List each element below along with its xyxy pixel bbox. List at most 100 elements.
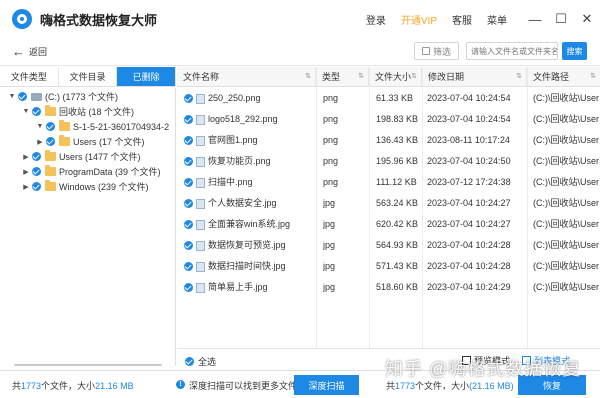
cell-date: 2023-07-04 10:24:27 xyxy=(427,198,511,208)
table-row[interactable]: 简单易上手.jpg jpg 518.60 KB 2023-07-04 10:24:29… xyxy=(177,277,600,298)
tab-file-dir[interactable]: 文件目录 xyxy=(59,67,118,86)
table-row[interactable]: 250_250.png png 61.33 KB 2023-07-04 10:24:5… xyxy=(177,88,600,109)
checkbox-checked-icon[interactable] xyxy=(184,136,193,145)
checkbox-checked-icon[interactable] xyxy=(184,157,193,166)
tree-node-drive-c[interactable]: ▼ (C:) (1773 个文件) xyxy=(8,89,118,104)
checkbox-checked-icon[interactable] xyxy=(46,122,55,131)
deep-scan-button[interactable]: 深度扫描 xyxy=(294,375,359,395)
sort-icon[interactable]: ⇅ xyxy=(358,67,364,87)
checkbox-checked-icon[interactable] xyxy=(32,167,41,176)
checkbox-checked-icon[interactable] xyxy=(46,137,55,146)
search-button[interactable]: 搜索 xyxy=(562,42,587,60)
col-header-size[interactable]: 文件大小 ⇅ xyxy=(369,67,422,87)
checkbox-checked-icon[interactable] xyxy=(184,220,193,229)
vip-link[interactable]: 开通VIP xyxy=(401,12,437,27)
folder-icon xyxy=(59,120,70,131)
cell-date: 2023-07-04 10:24:29 xyxy=(427,282,511,292)
tab-file-type[interactable]: 文件类型 xyxy=(0,67,59,86)
service-link[interactable]: 客服 xyxy=(452,12,472,27)
horizontal-scrollbar[interactable] xyxy=(14,364,162,366)
image-file-icon xyxy=(196,283,205,293)
col-header-label: 类型 xyxy=(322,72,341,82)
cell-name: 数据扫描时间快.jpg xyxy=(208,261,286,271)
table-row[interactable]: 扫描中.png png 111.12 KB 2023-07-12 17:24:38 (C… xyxy=(177,172,600,193)
sort-icon[interactable]: ⇅ xyxy=(411,67,417,87)
cell-name: 恢复功能页.png xyxy=(208,156,271,166)
toolbar: ← 返回 筛选 搜索 xyxy=(0,38,600,66)
cell-size: 620.42 KB xyxy=(376,219,419,229)
tree-label: Windows (239 个文件) xyxy=(59,182,149,192)
tree-node-users-sub[interactable]: ▶ Users (17 个文件) xyxy=(36,134,145,149)
cell-name: 简单易上手.jpg xyxy=(208,282,268,292)
title-bar: 嗨格式数据恢复大师 登录 开通VIP 客服 菜单 — ☐ ✕ xyxy=(0,0,600,38)
tree-node-programdata[interactable]: ▶ ProgramData (39 个文件) xyxy=(22,164,161,179)
tree-node-recycle-bin[interactable]: ▼ 回收站 (18 个文件) xyxy=(22,104,134,119)
table-row[interactable]: 数据扫描时间快.jpg jpg 571.43 KB 2023-07-04 10:24:… xyxy=(177,256,600,277)
cell-type: png xyxy=(323,135,339,145)
col-header-name[interactable]: 文件名称 ⇅ xyxy=(177,67,316,87)
checkbox-checked-icon[interactable] xyxy=(184,94,193,103)
login-link[interactable]: 登录 xyxy=(366,12,386,27)
expand-icon[interactable]: ▶ xyxy=(22,183,30,191)
cell-path: (C:)\回收站\Users\... xyxy=(533,114,599,124)
expand-icon[interactable]: ▶ xyxy=(22,153,30,161)
checkbox-checked-icon[interactable] xyxy=(184,262,193,271)
summary-text: 共 xyxy=(12,381,22,391)
cell-name: 个人数据安全.jpg xyxy=(208,198,277,208)
checkbox-checked-icon[interactable] xyxy=(32,182,41,191)
cell-size: 571.43 KB xyxy=(376,261,419,271)
close-icon[interactable]: ✕ xyxy=(574,0,600,38)
summary-text: 个文件，大小 xyxy=(415,381,470,391)
collapse-icon[interactable]: ▼ xyxy=(36,123,44,130)
checkbox-checked-icon[interactable] xyxy=(32,107,41,116)
maximize-icon[interactable]: ☐ xyxy=(548,0,574,38)
search-input[interactable] xyxy=(466,42,558,60)
expand-icon[interactable]: ▶ xyxy=(22,168,30,176)
selected-count: 1773 xyxy=(395,381,416,391)
table-row[interactable]: 官网图1.png png 136.43 KB 2023-08-11 10:17:24 (… xyxy=(177,130,600,151)
col-header-date[interactable]: 修改日期 ⇅ xyxy=(422,67,527,87)
checkbox-checked-icon[interactable] xyxy=(184,241,193,250)
cell-date: 2023-07-04 10:24:54 xyxy=(427,93,511,103)
checkbox-checked-icon[interactable] xyxy=(184,178,193,187)
checkbox-checked-icon[interactable] xyxy=(184,199,193,208)
checkbox-checked-icon[interactable] xyxy=(185,357,194,366)
tree-node-windows[interactable]: ▶ Windows (239 个文件) xyxy=(22,179,149,194)
cell-path: (C:)\回收站\Users\... xyxy=(533,177,599,187)
col-header-type[interactable]: 类型 ⇅ xyxy=(316,67,369,87)
menu-link[interactable]: 菜单 xyxy=(487,12,507,27)
deep-scan-tip: 深度扫描可以找到更多文件 xyxy=(189,381,298,391)
minimize-icon[interactable]: — xyxy=(522,0,548,38)
cell-path: (C:)\回收站\Users\... xyxy=(533,261,599,271)
table-row[interactable]: 全面兼容win系统.jpg jpg 620.42 KB 2023-07-04 10:2… xyxy=(177,214,600,235)
checkbox-checked-icon[interactable] xyxy=(184,115,193,124)
checkbox-checked-icon[interactable] xyxy=(32,152,41,161)
table-row[interactable]: 个人数据安全.jpg jpg 563.24 KB 2023-07-04 10:24:2… xyxy=(177,193,600,214)
table-row[interactable]: 恢复功能页.png png 195.96 KB 2023-07-04 10:24:50… xyxy=(177,151,600,172)
filter-button[interactable]: 筛选 xyxy=(414,42,459,60)
back-button[interactable]: ← 返回 xyxy=(12,45,47,58)
tab-deleted[interactable]: 已删除 xyxy=(117,67,177,86)
cell-size: 198.83 KB xyxy=(376,114,419,124)
checkbox-checked-icon[interactable] xyxy=(184,283,193,292)
tree-node-users[interactable]: ▶ Users (1477 个文件) xyxy=(22,149,141,164)
cell-name: 官网图1.png xyxy=(208,135,258,145)
checkbox-checked-icon[interactable] xyxy=(18,92,27,101)
table-row[interactable]: logo518_292.png png 198.83 KB 2023-07-04 10… xyxy=(177,109,600,130)
table-row[interactable]: 数据恢复可预览.jpg jpg 564.93 KB 2023-07-04 10:24:… xyxy=(177,235,600,256)
sort-icon[interactable]: ⇅ xyxy=(516,67,522,87)
cell-type: jpg xyxy=(323,282,336,292)
expand-icon[interactable]: ▶ xyxy=(36,138,44,146)
sort-icon[interactable]: ⇅ xyxy=(590,67,596,87)
tree-node-sid[interactable]: ▼ S-1-5-21-3601704934-2 xyxy=(36,119,169,134)
total-count: 1773 xyxy=(21,381,42,391)
collapse-icon[interactable]: ▼ xyxy=(8,93,16,100)
cell-path: (C:)\回收站\Users\... xyxy=(533,282,599,292)
sort-icon[interactable]: ⇅ xyxy=(305,67,311,87)
cell-size: 136.43 KB xyxy=(376,135,419,145)
col-header-path[interactable]: 文件路径 ⇅ xyxy=(527,67,600,87)
cell-name: 数据恢复可预览.jpg xyxy=(208,240,286,250)
collapse-icon[interactable]: ▼ xyxy=(22,108,30,115)
select-all[interactable]: 全选 xyxy=(185,355,216,368)
table-header: 文件名称 ⇅ 类型 ⇅ 文件大小 ⇅ 修改日期 ⇅ 文件路径 ⇅ xyxy=(177,67,600,87)
